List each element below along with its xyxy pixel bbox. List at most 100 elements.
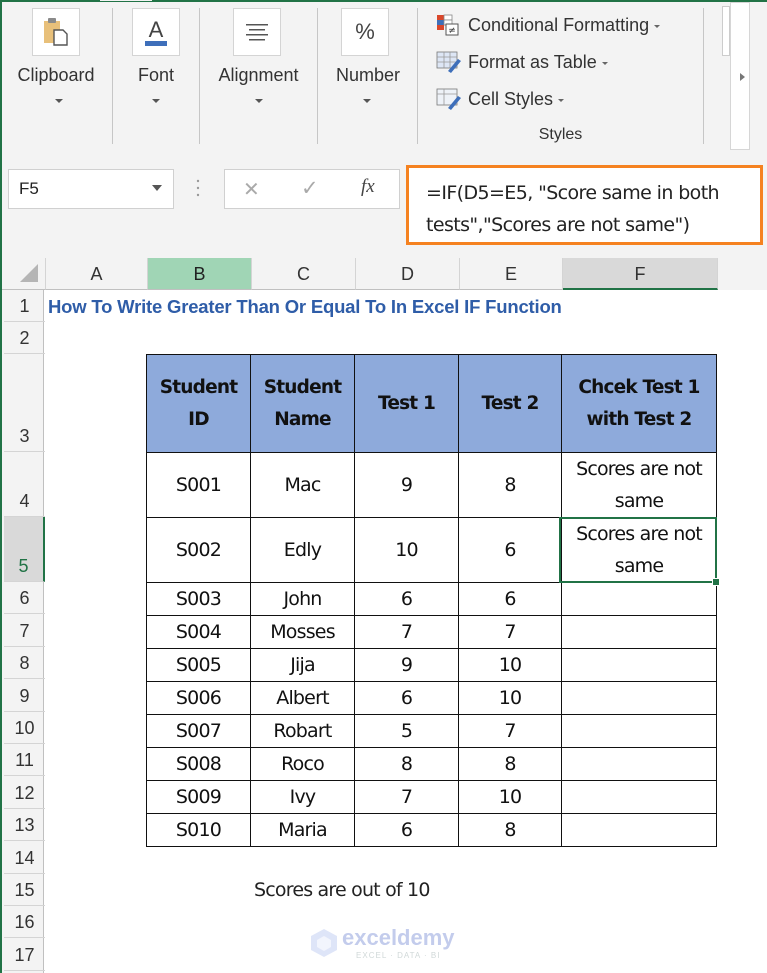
cell-test2[interactable]: 7 <box>458 615 562 649</box>
cell-id[interactable]: S003 <box>146 582 251 616</box>
cell-test1[interactable]: 6 <box>354 813 459 847</box>
row-header[interactable]: 2 <box>4 322 45 354</box>
cell-test1[interactable]: 7 <box>354 780 459 814</box>
row-header[interactable]: 4 <box>4 452 45 517</box>
column-header-c[interactable]: C <box>252 258 356 290</box>
cell-id[interactable]: S004 <box>146 615 251 649</box>
cell-check[interactable] <box>561 780 717 814</box>
cell-check[interactable] <box>561 582 717 616</box>
cell-name[interactable]: Mac <box>250 452 355 518</box>
row-header[interactable]: 11 <box>4 744 45 777</box>
insert-function-icon[interactable]: fx <box>361 176 375 198</box>
cell-id[interactable]: S002 <box>146 517 251 583</box>
cell-test2[interactable]: 8 <box>458 747 562 781</box>
column-header-f[interactable]: F <box>563 258 718 290</box>
cell-test1[interactable]: 7 <box>354 615 459 649</box>
row-header[interactable]: 13 <box>4 809 45 842</box>
row-header[interactable]: 3 <box>4 354 45 452</box>
cancel-icon[interactable]: ✕ <box>243 177 260 202</box>
cell-id[interactable]: S009 <box>146 780 251 814</box>
header-test-1[interactable]: Test 1 <box>354 354 459 453</box>
row-header[interactable]: 7 <box>4 614 45 647</box>
header-student-name[interactable]: Student Name <box>250 354 355 453</box>
cell-test2[interactable]: 6 <box>458 517 562 583</box>
header-check[interactable]: Chcek Test 1 with Test 2 <box>561 354 717 453</box>
cell-id[interactable]: S006 <box>146 681 251 715</box>
cell-id[interactable]: S008 <box>146 747 251 781</box>
row-header[interactable]: 1 <box>4 290 45 322</box>
table-row: S010 Maria 6 8 <box>146 813 717 847</box>
cell-id[interactable]: S007 <box>146 714 251 748</box>
cell-test2[interactable]: 6 <box>458 582 562 616</box>
cell-test1[interactable]: 5 <box>354 714 459 748</box>
format-as-table-button[interactable]: Format as Table <box>436 49 608 75</box>
cell-check[interactable] <box>561 648 717 682</box>
formula-input[interactable]: =IF(D5=E5, "Score same in both tests","S… <box>406 165 763 245</box>
cell-name[interactable]: Roco <box>250 747 355 781</box>
name-box-dropdown-icon[interactable] <box>152 185 162 191</box>
row-header[interactable]: 14 <box>4 841 45 874</box>
cell-name[interactable]: Mosses <box>250 615 355 649</box>
row-header[interactable]: 10 <box>4 712 45 744</box>
cell-test2[interactable]: 8 <box>458 813 562 847</box>
row-header[interactable]: 15 <box>4 874 45 906</box>
cell-test1[interactable]: 9 <box>354 648 459 682</box>
column-header-b[interactable]: B <box>148 258 252 290</box>
cell-name[interactable]: John <box>250 582 355 616</box>
cell-test1[interactable]: 10 <box>354 517 459 583</box>
cell-test1[interactable]: 9 <box>354 452 459 518</box>
row-header[interactable]: 17 <box>4 938 45 971</box>
row-header[interactable]: 12 <box>4 776 45 809</box>
cell-test2[interactable]: 10 <box>458 648 562 682</box>
cell-id[interactable]: S005 <box>146 648 251 682</box>
table-row: S009 Ivy 7 10 <box>146 780 717 814</box>
cell-check[interactable] <box>561 714 717 748</box>
ribbon-group-alignment[interactable]: Alignment <box>200 0 317 145</box>
scroll-right-icon[interactable] <box>740 73 745 81</box>
ribbon-group-number[interactable]: % Number <box>318 0 418 145</box>
column-header-d[interactable]: D <box>356 258 460 290</box>
sheet-title[interactable]: How To Write Greater Than Or Equal To In… <box>48 296 562 318</box>
cell-test2[interactable]: 7 <box>458 714 562 748</box>
cell-name[interactable]: Robart <box>250 714 355 748</box>
header-student-id[interactable]: Student ID <box>146 354 251 453</box>
cell-test1[interactable]: 6 <box>354 582 459 616</box>
row-header[interactable]: 6 <box>4 582 45 615</box>
ribbon-group-font[interactable]: A Font <box>113 0 199 145</box>
cell-styles-button[interactable]: Cell Styles <box>436 86 565 112</box>
cell-check[interactable] <box>561 681 717 715</box>
cell-test2[interactable]: 10 <box>458 681 562 715</box>
scores-note[interactable]: Scores are out of 10 <box>254 879 430 901</box>
conditional-formatting-button[interactable]: ≠ Conditional Formatting <box>436 12 661 38</box>
ribbon-group-clipboard[interactable]: Clipboard <box>2 0 110 145</box>
enter-icon[interactable]: ✓ <box>301 176 319 201</box>
cell-name[interactable]: Ivy <box>250 780 355 814</box>
row-header-selected[interactable]: 5 <box>4 517 45 582</box>
cell-test1[interactable]: 6 <box>354 681 459 715</box>
select-all-icon[interactable] <box>20 264 38 282</box>
header-test-2[interactable]: Test 2 <box>458 354 562 453</box>
cell-test1[interactable]: 8 <box>354 747 459 781</box>
name-box[interactable]: F5 <box>8 169 174 209</box>
column-header-e[interactable]: E <box>460 258 563 290</box>
cell-id[interactable]: S010 <box>146 813 251 847</box>
cell-check[interactable] <box>561 615 717 649</box>
cell-check[interactable] <box>561 747 717 781</box>
table-row: S001 Mac 9 8 Scores are not same <box>146 452 717 518</box>
cell-id[interactable]: S001 <box>146 452 251 518</box>
cell-name[interactable]: Maria <box>250 813 355 847</box>
row-header[interactable]: 8 <box>4 647 45 680</box>
cell-test2[interactable]: 10 <box>458 780 562 814</box>
cell-name[interactable]: Jija <box>250 648 355 682</box>
fill-handle[interactable] <box>712 578 720 586</box>
cell-test2[interactable]: 8 <box>458 452 562 518</box>
drag-handle-icon[interactable] <box>196 178 200 198</box>
column-header-a[interactable]: A <box>46 258 148 290</box>
cell-name[interactable]: Edly <box>250 517 355 583</box>
row-header[interactable]: 16 <box>4 906 45 939</box>
chevron-down-icon <box>558 98 565 102</box>
row-header[interactable]: 9 <box>4 679 45 712</box>
cell-check[interactable] <box>561 813 717 847</box>
cell-name[interactable]: Albert <box>250 681 355 715</box>
cell-check[interactable]: Scores are not same <box>561 452 717 518</box>
